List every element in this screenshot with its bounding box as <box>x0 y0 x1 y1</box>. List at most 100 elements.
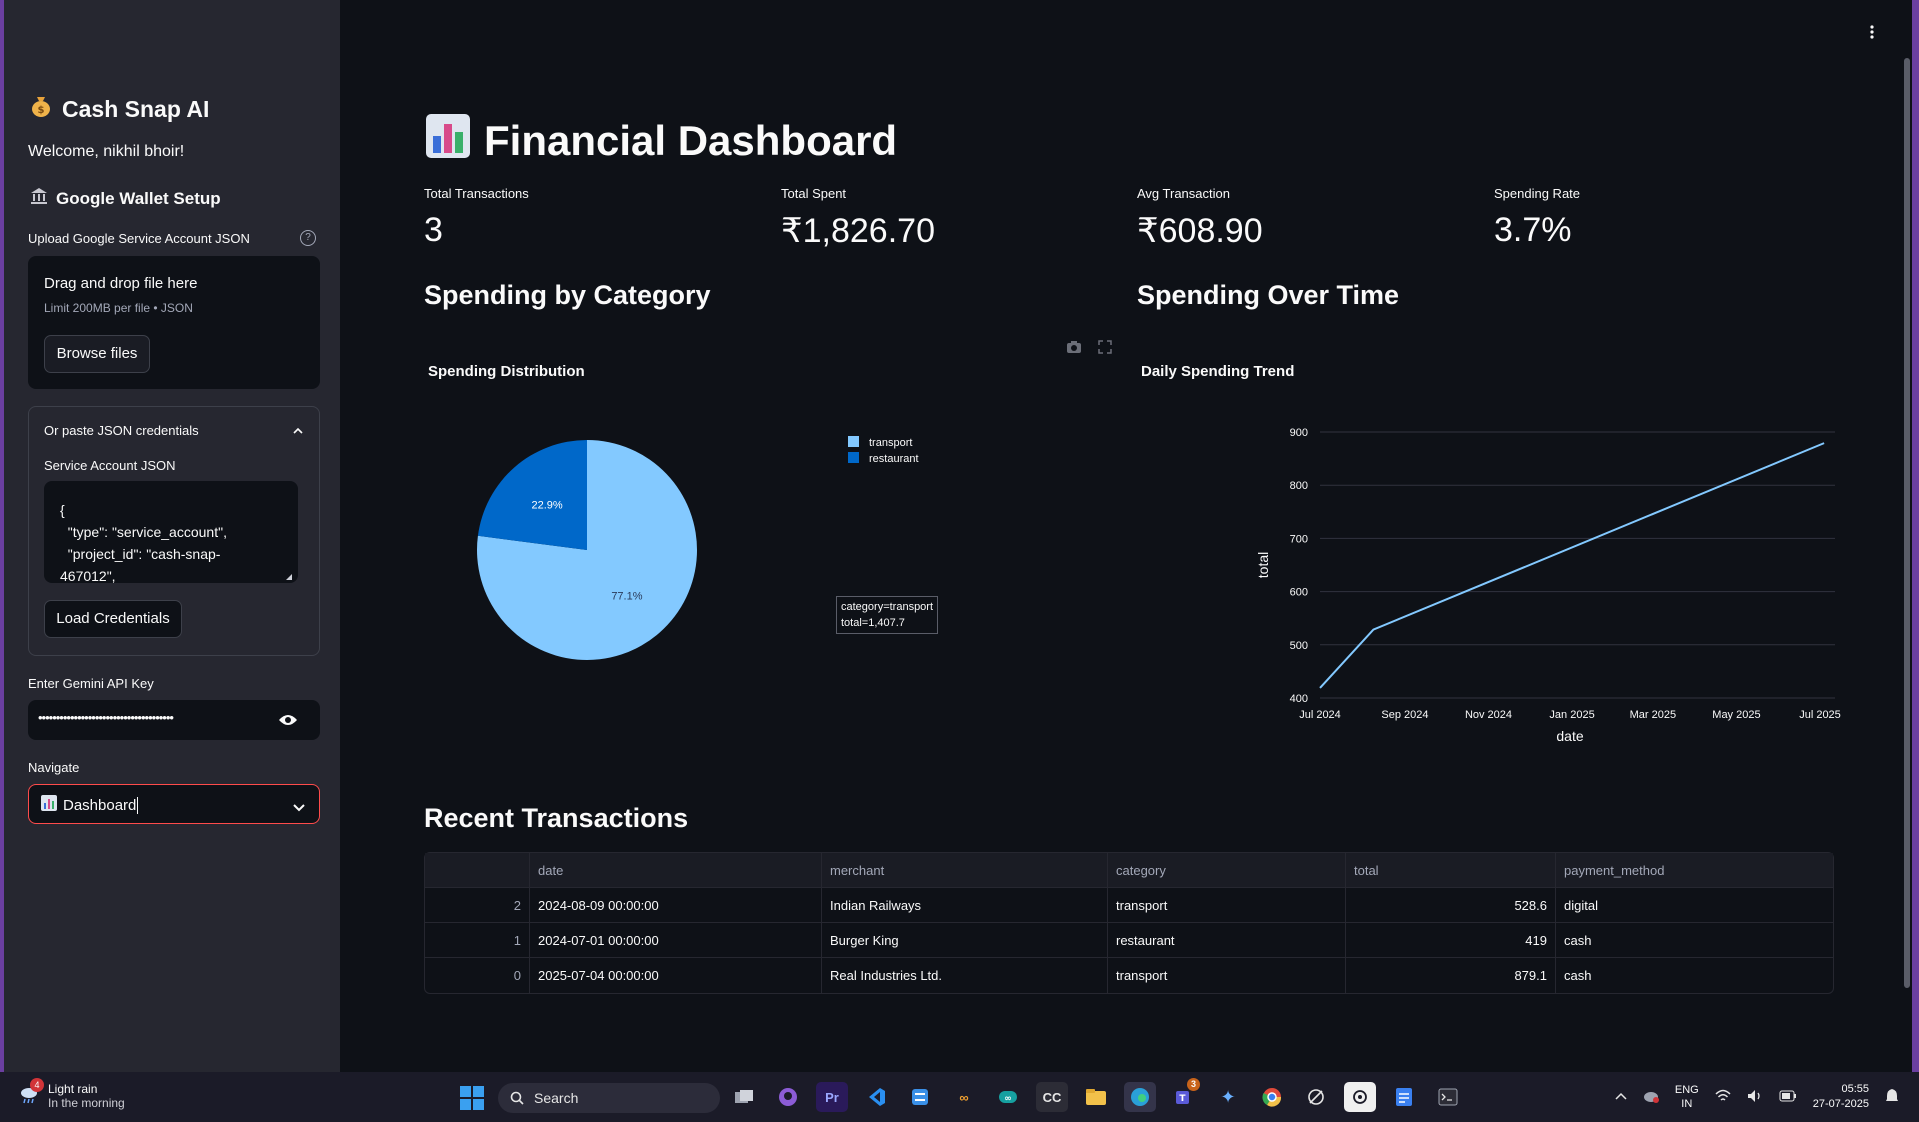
edge-icon[interactable] <box>1124 1082 1156 1112</box>
table-row[interactable]: 0 2025-07-04 00:00:00 Real Industries Lt… <box>425 958 1833 993</box>
github-icon[interactable] <box>772 1082 804 1112</box>
svg-text:T: T <box>1179 1094 1186 1104</box>
table-header: date merchant category total payment_met… <box>425 853 1833 888</box>
y-tick-label: 600 <box>1290 587 1308 599</box>
file-explorer-icon[interactable] <box>1080 1082 1112 1112</box>
speaker-icon[interactable] <box>1747 1089 1763 1106</box>
chevron-down-icon[interactable] <box>293 799 305 817</box>
x-tick-label: Nov 2024 <box>1465 709 1512 721</box>
app-name: Cash Snap AI <box>62 95 210 122</box>
load-credentials-button[interactable]: Load Credentials <box>44 600 182 638</box>
resize-handle-icon[interactable] <box>286 574 292 580</box>
browse-files-button[interactable]: Browse files <box>44 335 150 373</box>
dropzone-limit: Limit 200MB per file • JSON <box>44 301 193 315</box>
column-header[interactable]: payment_method <box>1556 853 1835 888</box>
wallet-heading-label: Google Wallet Setup <box>56 188 221 208</box>
cell-category: transport <box>1108 888 1346 923</box>
navigate-select[interactable]: Dashboard <box>28 784 320 824</box>
main-scrollbar[interactable] <box>1904 58 1910 988</box>
chevron-up-icon[interactable] <box>293 423 303 434</box>
clock[interactable]: 05:55 27-07-2025 <box>1813 1082 1869 1112</box>
table-row[interactable]: 1 2024-07-01 00:00:00 Burger King restau… <box>425 923 1833 958</box>
column-header[interactable]: merchant <box>822 853 1108 888</box>
language-indicator[interactable]: ENG IN <box>1675 1083 1699 1111</box>
docs-icon[interactable] <box>1388 1082 1420 1112</box>
notification-bell-icon[interactable] <box>1885 1088 1899 1107</box>
page-title: Financial Dashboard <box>426 114 897 168</box>
column-header[interactable]: total <box>1346 853 1556 888</box>
transactions-table[interactable]: date merchant category total payment_met… <box>424 852 1834 994</box>
x-tick-label: Mar 2025 <box>1630 709 1676 721</box>
weather-condition: Light rain <box>48 1082 98 1096</box>
cell-total: 879.1 <box>1346 958 1556 993</box>
pie-slice-restaurant <box>477 440 587 550</box>
battery-icon[interactable] <box>1779 1090 1797 1105</box>
search-icon <box>510 1091 524 1105</box>
vscode-icon[interactable] <box>860 1082 892 1112</box>
upload-label: Upload Google Service Account JSON <box>28 231 250 246</box>
windows-start-icon[interactable] <box>460 1086 484 1115</box>
tooltip-category: category=transport <box>841 601 934 613</box>
x-axis-label: date <box>1556 728 1583 744</box>
wifi-icon[interactable] <box>1715 1089 1731 1106</box>
chrome-icon[interactable] <box>1256 1082 1288 1112</box>
metric-spending-rate: Spending Rate 3.7% <box>1494 186 1580 250</box>
api-key-label: Enter Gemini API Key <box>28 676 154 691</box>
infinity-app-icon[interactable]: ∞ <box>948 1082 980 1112</box>
api-key-input[interactable]: •••••••••••••••••••••••••••••••••••••• <box>28 700 320 740</box>
file-dropzone[interactable]: Drag and drop file here Limit 200MB per … <box>28 256 320 389</box>
legend-swatch <box>848 436 859 447</box>
weather-rain-icon: 4 <box>18 1077 44 1109</box>
premiere-icon[interactable]: Pr <box>816 1082 848 1112</box>
welcome-text: Welcome, nikhil bhoir! <box>28 143 185 160</box>
y-axis-label: total <box>1255 552 1271 578</box>
metric-label: Total Transactions <box>424 186 529 201</box>
main-menu-icon[interactable] <box>1870 25 1874 44</box>
x-tick-label: Jul 2025 <box>1799 709 1841 721</box>
network-alert-icon[interactable] <box>1643 1089 1659 1106</box>
y-tick-label: 400 <box>1290 693 1308 705</box>
sidebar-title: $ Cash Snap AI <box>30 94 209 124</box>
weather-badge: 4 <box>30 1077 44 1092</box>
table-row[interactable]: 2 2024-08-09 00:00:00 Indian Railways tr… <box>425 888 1833 923</box>
main-content: Financial Dashboard Total Transactions 3… <box>340 0 1912 1072</box>
azure-studio-icon[interactable] <box>904 1082 936 1112</box>
column-header[interactable]: date <box>530 853 822 888</box>
x-tick-label: Sep 2024 <box>1381 709 1428 721</box>
metric-value: ₹1,826.70 <box>781 212 935 250</box>
cell-category: restaurant <box>1108 923 1346 958</box>
perplexity-icon[interactable] <box>1300 1082 1332 1112</box>
pie-tooltip: category=transport total=1,407.7 <box>836 596 939 634</box>
x-tick-label: May 2025 <box>1712 709 1760 721</box>
navigate-value: Dashboard <box>41 795 139 815</box>
copilot-icon[interactable]: ✦ <box>1212 1082 1244 1112</box>
y-tick-label: 900 <box>1290 427 1308 439</box>
arduino-icon[interactable]: ∞ <box>992 1082 1024 1112</box>
terminal-icon[interactable] <box>1432 1082 1464 1112</box>
column-header[interactable] <box>425 853 530 888</box>
pie-chart: 77.1% 22.9% transport restaurant <box>477 436 919 660</box>
cell-payment: digital <box>1564 898 1598 913</box>
row-index: 2 <box>425 888 530 923</box>
row-index: 0 <box>425 958 530 993</box>
money-bag-icon: $ <box>30 94 52 124</box>
cell-payment: cash <box>1564 933 1592 948</box>
metric-avg-transaction: Avg Transaction ₹608.90 <box>1137 186 1263 251</box>
help-icon[interactable]: ? <box>300 230 316 246</box>
json-credentials-expander: Or paste JSON credentials Service Accoun… <box>28 406 320 656</box>
taskbar-search[interactable]: Search <box>498 1083 720 1113</box>
y-tick-label: 500 <box>1290 640 1308 652</box>
json-textarea[interactable]: { "type": "service_account", "project_id… <box>44 481 298 583</box>
chevron-up-icon[interactable] <box>1615 1091 1627 1103</box>
chatgpt-icon[interactable] <box>1344 1082 1376 1112</box>
line-series <box>1319 442 1825 689</box>
column-header[interactable]: category <box>1108 853 1346 888</box>
task-view-icon[interactable] <box>728 1082 760 1112</box>
creative-cloud-icon[interactable]: CC <box>1036 1082 1068 1112</box>
show-password-eye-icon[interactable] <box>278 713 298 732</box>
teams-icon[interactable]: T3 <box>1168 1078 1200 1112</box>
cell-merchant: Indian Railways <box>822 888 1108 923</box>
weather-widget[interactable]: 4 Light rain In the morning <box>18 1077 125 1110</box>
expander-header[interactable]: Or paste JSON credentials <box>44 423 199 438</box>
spending-over-time-heading: Spending Over Time <box>1137 280 1400 310</box>
